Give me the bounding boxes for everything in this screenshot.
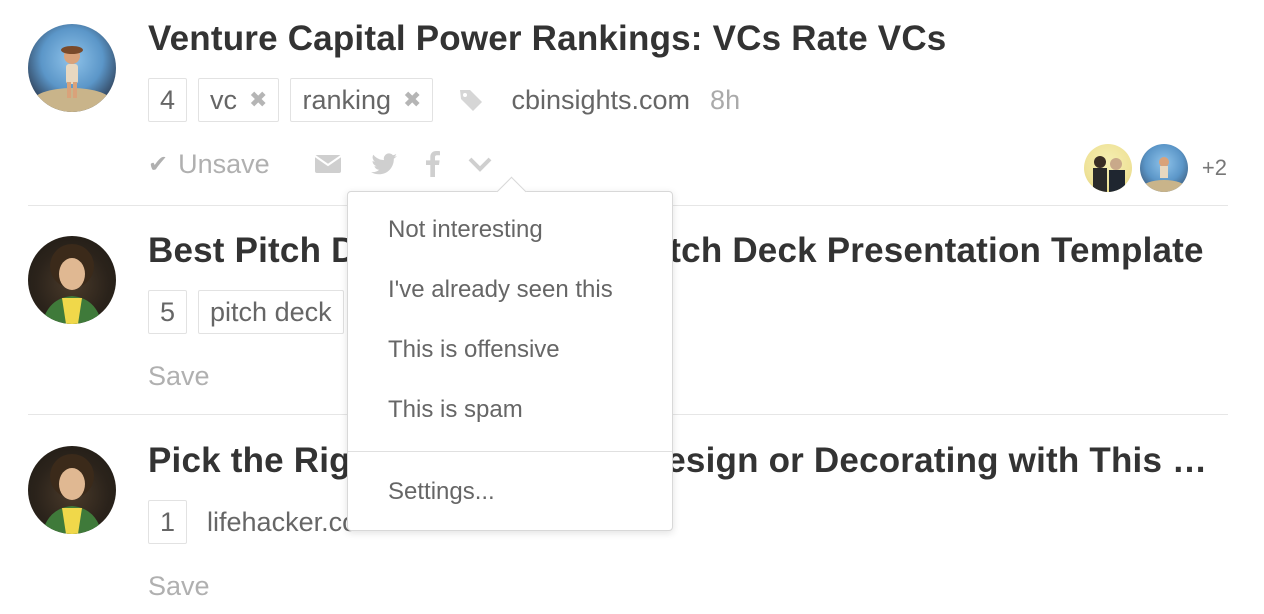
share-icons (314, 151, 520, 177)
avatar[interactable] (28, 446, 116, 534)
article-actions: ✔ Unsave (148, 144, 520, 184)
menu-item-spam[interactable]: This is spam (388, 396, 523, 424)
article-options-menu: Not interesting I've already seen this T… (347, 176, 673, 531)
close-icon[interactable]: ✖ (403, 87, 421, 113)
menu-item-settings[interactable]: Settings... (388, 478, 495, 506)
tag-chip[interactable]: ranking ✖ (290, 78, 434, 122)
check-icon: ✔ (148, 150, 169, 178)
article-meta: 5 pitch deck (148, 288, 355, 336)
twitter-icon[interactable] (370, 152, 398, 176)
chevron-down-icon[interactable] (468, 156, 492, 172)
savers-list: +2 (1076, 144, 1227, 192)
tag-chip[interactable]: pitch deck (198, 290, 344, 334)
saver-avatar[interactable] (1083, 144, 1132, 192)
tag-chip[interactable]: vc ✖ (198, 78, 280, 122)
facebook-icon[interactable] (425, 151, 440, 177)
article-actions: Save (148, 566, 210, 606)
save-count: 5 (148, 290, 188, 334)
tag-label: ranking (302, 84, 392, 115)
article-title[interactable]: Pick the Right Color for Your Design or … (148, 441, 1223, 481)
tag-icon[interactable] (458, 87, 484, 113)
article-meta: 1 lifehacker.com (148, 498, 380, 546)
article-title[interactable]: Venture Capital Power Rankings: VCs Rate… (148, 19, 946, 59)
close-icon[interactable]: ✖ (249, 87, 267, 113)
avatar[interactable] (28, 24, 116, 112)
save-button[interactable]: Save (148, 571, 210, 602)
saver-avatar[interactable] (1139, 144, 1188, 192)
menu-divider (348, 451, 672, 452)
menu-item-not-interesting[interactable]: Not interesting (388, 216, 543, 244)
unsave-label: Unsave (178, 148, 270, 179)
menu-item-already-seen[interactable]: I've already seen this (388, 276, 613, 304)
avatar-image (42, 244, 102, 324)
article-meta: 4 vc ✖ ranking ✖ cbinsights.com 8h (148, 76, 740, 124)
more-savers-count[interactable]: +2 (1202, 155, 1227, 181)
tag-label: vc (210, 84, 238, 115)
avatar-image (42, 454, 102, 534)
timestamp: 8h (710, 84, 741, 115)
article-actions: Save (148, 356, 210, 396)
tag-label: pitch deck (210, 296, 332, 327)
save-count: 4 (148, 78, 188, 122)
avatar[interactable] (28, 236, 116, 324)
source-domain[interactable]: cbinsights.com (511, 85, 690, 116)
save-count: 1 (148, 500, 188, 544)
save-button[interactable]: Save (148, 361, 210, 392)
unsave-button[interactable]: ✔ Unsave (148, 149, 270, 180)
menu-item-offensive[interactable]: This is offensive (388, 336, 560, 364)
article-title[interactable]: Best Pitch Deck Examples & Pitch Deck Pr… (148, 231, 1204, 271)
envelope-icon[interactable] (314, 153, 342, 175)
avatar-image (32, 46, 112, 112)
